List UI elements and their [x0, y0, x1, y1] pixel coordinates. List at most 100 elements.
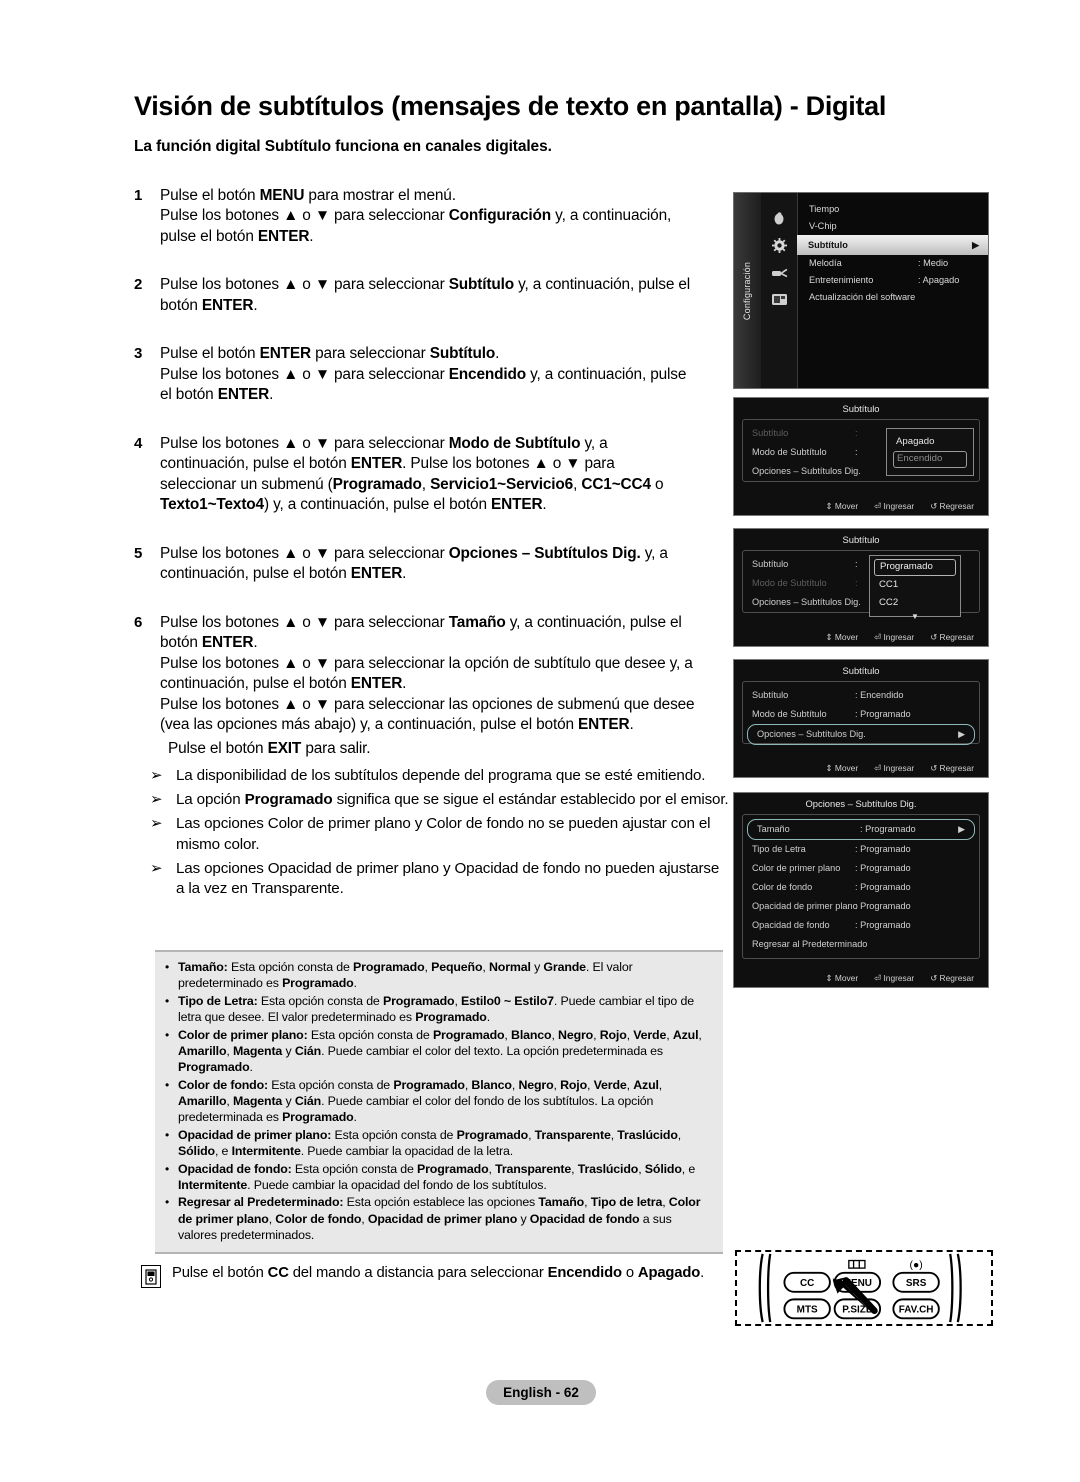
- option-description-text: Opacidad de primer plano: Esta opción co…: [178, 1127, 682, 1159]
- tv-dialog-hint: ↺ Regresar: [930, 763, 974, 773]
- remote-button-cc: CC: [800, 1278, 814, 1289]
- option-description-text: Regresar al Predeterminado: Esta opción …: [178, 1195, 701, 1242]
- note-text: La opción Programado significa que se si…: [176, 791, 729, 809]
- tv-menu-item-label: Entretenimiento: [809, 275, 874, 285]
- tv-dialog-subtitulo-summary: Subtítulo Subtítulo: Encendido Modo de Su…: [733, 659, 989, 778]
- instruction-step: 5 Pulse los botones ▲ o ▼ para selecciona…: [134, 544, 726, 585]
- remote-control-note: Pulse el botón CC del mando a distancia …: [172, 1265, 705, 1281]
- step-text: Pulse los botones ▲ o ▼ para seleccionar…: [160, 613, 695, 734]
- tv-dialog-hint: ↺ Regresar: [930, 501, 974, 511]
- tv-option-value: : Programado: [855, 920, 911, 930]
- step-text: Pulse el botón ENTER para seleccionar Su…: [160, 345, 687, 404]
- chevron-right-icon: ▶: [958, 729, 965, 739]
- step-spacer: [134, 535, 726, 544]
- tv-option-row-selected[interactable]: Opciones – Subtítulos Dig. ▶: [748, 725, 974, 744]
- tv-dialog-hint: ⏎ Ingresar: [874, 763, 915, 773]
- tv-option-row[interactable]: Subtítulo: Encendido: [743, 686, 979, 705]
- tv-dialog-subtitulo-onoff: Subtítulo Subtítulo: Modo de Subtítulo: Op…: [733, 397, 989, 516]
- tv-dropdown-option[interactable]: CC1: [870, 576, 960, 594]
- tv-option-label: Subtítulo: [752, 690, 789, 700]
- tv-option-label: Modo de Subtítulo: [752, 709, 827, 719]
- tv-dropdown-option-selected[interactable]: Encendido: [893, 451, 967, 468]
- tv-menu-item-label: Subtítulo: [808, 240, 848, 250]
- note-text: La disponibilidad de los subtítulos depe…: [176, 767, 706, 784]
- step-number: 5: [134, 544, 143, 562]
- tv-option-value: : Programado: [855, 882, 911, 892]
- tv-option-row[interactable]: Regresar al Predeterminado: [743, 935, 979, 954]
- remote-control-illustration: (●) CC MENU SRS MTS P.SIZE FAV.CH: [735, 1250, 993, 1326]
- arrow-bullet-icon: ➢: [150, 791, 163, 809]
- tv-menu-item-selected[interactable]: Subtítulo ▶: [797, 235, 988, 255]
- bullet-icon: •: [165, 993, 170, 1008]
- option-description-text: Opacidad de fondo: Esta opción consta de…: [178, 1161, 696, 1192]
- tv-menu-item-label: Melodía: [809, 258, 842, 268]
- tv-dropdown-modo[interactable]: Programado CC1 CC2 ▼: [869, 555, 961, 621]
- notes-list: ➢ La disponibilidad de los subtítulos dep…: [150, 766, 730, 903]
- tv-option-value: :: [855, 578, 858, 588]
- tv-menu-item[interactable]: Melodía: Medio: [798, 255, 988, 272]
- tv-option-value: : Programado: [855, 863, 911, 873]
- tv-dialog-title: Subtítulo: [842, 403, 880, 414]
- chevron-right-icon: ▶: [972, 240, 979, 250]
- tv-option-label: Subtítulo: [752, 559, 789, 569]
- tv-option-label: Opciones – Subtítulos Dig.: [752, 597, 861, 607]
- bullet-icon: •: [165, 960, 170, 974]
- tv-option-row[interactable]: Opacidad de fondo: Programado: [743, 916, 979, 935]
- tv-dialog-hint: ⇕ Mover: [825, 501, 859, 511]
- tv-menu-item-label: Actualización del software: [809, 292, 916, 302]
- tv-dialog-hint: ⏎ Ingresar: [874, 632, 915, 642]
- tv-dialog-opciones-subtitulos: Opciones – Subtítulos Dig. Tamaño: Progr…: [733, 792, 989, 988]
- tv-option-value: :: [855, 559, 858, 569]
- tv-option-row[interactable]: Color de primer plano: Programado: [743, 859, 979, 878]
- option-description-text: Tipo de Letra: Esta opción consta de Pro…: [178, 993, 694, 1025]
- tv-menu-item-value: : Apagado: [918, 275, 960, 285]
- step-number: 2: [134, 276, 143, 294]
- tv-dialog-footer-hints: ⇕ Mover ⏎ Ingresar ↺ Regresar: [734, 973, 988, 983]
- tv-dialog-title: Opciones – Subtítulos Dig.: [805, 798, 917, 809]
- tv-menu-item[interactable]: Tiempo: [798, 201, 988, 218]
- note-item: ➢ La opción Programado significa que se s…: [150, 790, 730, 810]
- tv-option-label: Modo de Subtítulo: [752, 578, 827, 588]
- note-text: Las opciones Opacidad de primer plano y …: [176, 859, 720, 898]
- tv-menu-tab-label: Configuración: [742, 261, 753, 320]
- step-number: 3: [134, 345, 143, 363]
- instruction-step: 1 Pulse el botón MENU para mostrar el men…: [134, 186, 726, 247]
- tv-menu-item-label: Tiempo: [809, 204, 840, 214]
- tv-dialog-title: Subtítulo: [842, 665, 880, 676]
- tv-dialog-footer-hints: ⇕ Mover ⏎ Ingresar ↺ Regresar: [734, 501, 988, 511]
- note-item: ➢ Las opciones Opacidad de primer plano y…: [150, 859, 730, 899]
- remote-button-favch: FAV.CH: [899, 1305, 934, 1316]
- tv-option-row-selected[interactable]: Tamaño: Programado ▶: [748, 820, 974, 839]
- remote-button-mts: MTS: [797, 1305, 818, 1316]
- page-subtitle: La función digital Subtítulo funciona en…: [134, 138, 552, 155]
- tv-menu-tab-column: Configuración: [734, 193, 761, 388]
- chevron-down-icon[interactable]: ▼: [870, 612, 960, 621]
- tv-option-label: Opciones – Subtítulos Dig.: [757, 729, 866, 739]
- tv-menu-item[interactable]: V-Chip: [798, 218, 988, 235]
- tv-dropdown-subtitulo[interactable]: Apagado Encendido: [886, 428, 974, 476]
- tv-menu-item[interactable]: Entretenimiento : Apagado: [798, 272, 988, 289]
- tv-option-value: : Programado: [855, 844, 911, 854]
- option-description-item: • Color de fondo: Esta opción consta de P…: [165, 1077, 713, 1126]
- tv-option-row[interactable]: Color de fondo: Programado: [743, 878, 979, 897]
- bullet-icon: •: [165, 1127, 170, 1142]
- instruction-step: 2 Pulse los botones ▲ o ▼ para selecciona…: [134, 275, 726, 316]
- tv-dialog-body: Tamaño: Programado ▶ Tipo de Letra : Progra…: [742, 814, 980, 959]
- tv-dropdown-option[interactable]: Apagado: [887, 433, 973, 451]
- tv-option-row[interactable]: Tipo de Letra : Programado: [743, 840, 979, 859]
- tv-option-row[interactable]: Modo de Subtítulo: Programado: [743, 705, 979, 724]
- tv-dialog-hint: ⇕ Mover: [825, 632, 859, 642]
- remote-control-note-icon: [141, 1265, 161, 1288]
- tv-dropdown-option-selected[interactable]: Programado: [874, 559, 956, 576]
- tv-option-label: Tipo de Letra: [752, 844, 806, 854]
- instruction-step: 6 Pulse los botones ▲ o ▼ para selecciona…: [134, 613, 726, 736]
- tv-menu-item[interactable]: Actualización del software: [798, 289, 988, 306]
- chevron-right-icon: ▶: [958, 824, 965, 834]
- tv-menu-icon-column: [761, 193, 798, 388]
- hand-icon: [761, 205, 797, 232]
- note-item: ➢ Las opciones Color de primer plano y Co…: [150, 814, 730, 854]
- tv-dropdown-option[interactable]: CC2: [870, 594, 960, 612]
- tv-option-row[interactable]: Opacidad de primer plano: Programado: [743, 897, 979, 916]
- arrow-bullet-icon: ➢: [150, 859, 163, 877]
- svg-text:(●): (●): [909, 1260, 922, 1271]
